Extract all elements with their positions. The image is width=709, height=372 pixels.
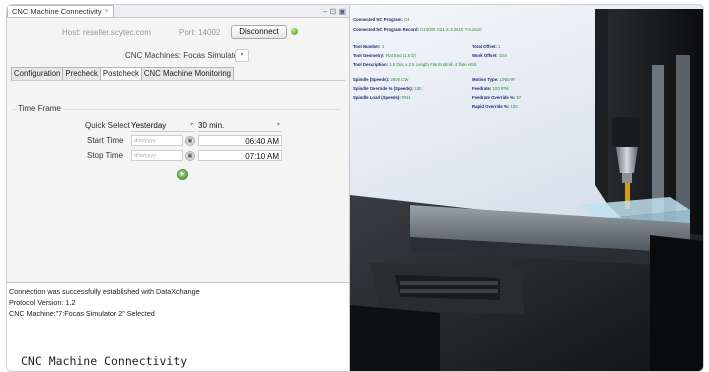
host-label: Host: reseller.scytec.com — [62, 28, 151, 37]
disconnect-button[interactable]: Disconnect — [231, 25, 287, 39]
start-time-label: Start Time — [87, 136, 124, 145]
overlay-line: Motion Type: LINEAR — [472, 77, 516, 82]
overlay-line: Spindle Load (Speeds): RN1 — [353, 95, 411, 100]
quick-select-value: Yesterday — [131, 121, 167, 130]
overlay-line: Tool Description: 1.5 Dia. x 2.5 Length … — [353, 62, 477, 67]
main-tabs: Configuration Precheck Postcheck CNC Mac… — [11, 67, 234, 81]
spindle-head — [612, 117, 640, 147]
machine-dropdown-icon[interactable]: ▾ — [235, 49, 249, 62]
overlay-line: Connected NC Program: O1 — [353, 17, 410, 22]
connection-status-icon — [291, 28, 298, 35]
tab-cnc-machine-monitoring[interactable]: CNC Machine Monitoring — [140, 67, 234, 81]
tab-close-icon[interactable]: × — [105, 8, 109, 15]
interval-dropdown[interactable]: 30 min. ▾ — [198, 120, 282, 132]
caption-title: CNC Machine Connectivity — [21, 354, 188, 368]
machine-3d-view[interactable]: Connected NC Program: O1 Connected NC Pr… — [350, 5, 703, 371]
overlay-line: Feedrate Override %: 97 — [472, 95, 522, 100]
overlay-line: Spindle Override % (Speeds): 100 — [353, 86, 422, 91]
stop-date-input[interactable]: d/m/yyyy — [131, 150, 183, 161]
quick-select-label: Quick Select — [85, 121, 130, 130]
window-tab[interactable]: CNC Machine Connectivity × — [7, 5, 114, 17]
log-line: Protocol Version: 1.2 — [9, 298, 76, 307]
tab-postcheck[interactable]: Postcheck — [99, 67, 142, 81]
overlay-line: Tool Number: 1 — [353, 44, 385, 49]
chevron-down-icon: ▾ — [276, 122, 280, 128]
port-label: Port: 14002 — [179, 28, 221, 37]
window-tab-label: CNC Machine Connectivity — [12, 7, 102, 16]
machine-label: CNC Machines: Focas Simulator 2 — [125, 51, 248, 60]
chevron-down-icon: ▾ — [189, 122, 193, 128]
log-line: Connection was successfully established … — [9, 287, 200, 296]
overlay-line: Feedrate: 100 IPM — [472, 86, 509, 91]
calendar-icon[interactable]: ▣ — [185, 151, 195, 161]
tab-configuration[interactable]: Configuration — [11, 67, 64, 81]
stop-time-input[interactable]: 07:10 AM — [198, 150, 282, 161]
cnc-connectivity-panel: CNC Machine Connectivity × – ⊡ ▣ Host: r… — [7, 5, 350, 371]
screen-frame: CNC Machine Connectivity × – ⊡ ▣ Host: r… — [6, 4, 704, 372]
overlay-line: Connected NC Program Record: G10000 G21 … — [353, 27, 482, 32]
calendar-icon[interactable]: ▣ — [185, 136, 195, 146]
interval-value: 30 min. — [198, 121, 225, 130]
log-line: CNC Machine:"7:Focas Simulator 2" Select… — [9, 309, 155, 318]
overlay-line: Rapid Override %: 100 — [472, 104, 518, 109]
start-time-input[interactable]: 06:40 AM — [198, 135, 282, 146]
overlay-line: Total Offset: 1 — [472, 44, 501, 49]
postcheck-content: Time Frame Quick Select Yesterday ▾ 30 m… — [11, 80, 345, 269]
overlay-line: Work Offset: G54 — [472, 53, 508, 58]
window-controls[interactable]: – ⊡ ▣ — [323, 7, 349, 16]
overlay-line: Tool Geometry: Flat End (1.5 D) — [353, 53, 416, 58]
stop-time-label: Stop Time — [87, 151, 124, 160]
quick-select-dropdown[interactable]: Yesterday ▾ — [131, 120, 195, 132]
time-frame-label: Time Frame — [16, 104, 63, 113]
title-bar: CNC Machine Connectivity × – ⊡ ▣ — [7, 5, 349, 18]
run-button[interactable]: ▶ — [177, 169, 188, 180]
connection-row: Host: reseller.scytec.com Port: 14002 Di… — [7, 25, 349, 39]
start-date-input[interactable]: d/m/yyyy — [131, 135, 183, 146]
tab-precheck[interactable]: Precheck — [62, 67, 101, 81]
machine-scene — [350, 9, 703, 371]
overlay-line: Spindle (Speeds): 2600.CW — [353, 77, 409, 82]
